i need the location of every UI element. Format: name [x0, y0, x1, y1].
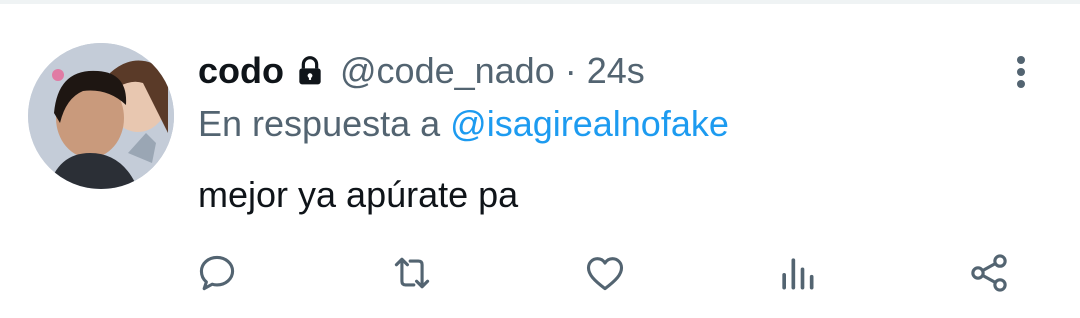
timestamp[interactable]: 24s [587, 50, 645, 92]
lock-icon [294, 55, 326, 87]
reply-button[interactable] [194, 250, 240, 296]
separator-dot: · [564, 50, 577, 91]
like-button[interactable] [582, 250, 628, 296]
retweet-button[interactable] [389, 250, 435, 296]
retweet-icon [394, 257, 430, 289]
views-button[interactable] [774, 250, 820, 296]
tweet[interactable]: codo @code_nado · 24s En respuesta a @is… [0, 0, 1080, 318]
author-name[interactable]: codo [198, 50, 284, 92]
reply-context: En respuesta a @isagirealnofake [198, 103, 729, 145]
reply-prefix: En respuesta a [198, 103, 441, 144]
analytics-icon [782, 258, 814, 290]
avatar-photo [28, 43, 174, 189]
reply-icon [199, 255, 235, 291]
divider [0, 0, 1080, 4]
author-handle[interactable]: @code_nado [340, 50, 555, 92]
avatar[interactable] [28, 43, 174, 189]
tweet-header: codo @code_nado · 24s [198, 50, 645, 92]
more-vertical-icon[interactable] [1006, 54, 1036, 90]
tweet-text: mejor ya apúrate pa [198, 174, 519, 215]
heart-icon [586, 257, 624, 291]
reply-mention-link[interactable]: @isagirealnofake [450, 103, 729, 144]
share-icon [971, 254, 1007, 292]
share-button[interactable] [966, 250, 1012, 296]
